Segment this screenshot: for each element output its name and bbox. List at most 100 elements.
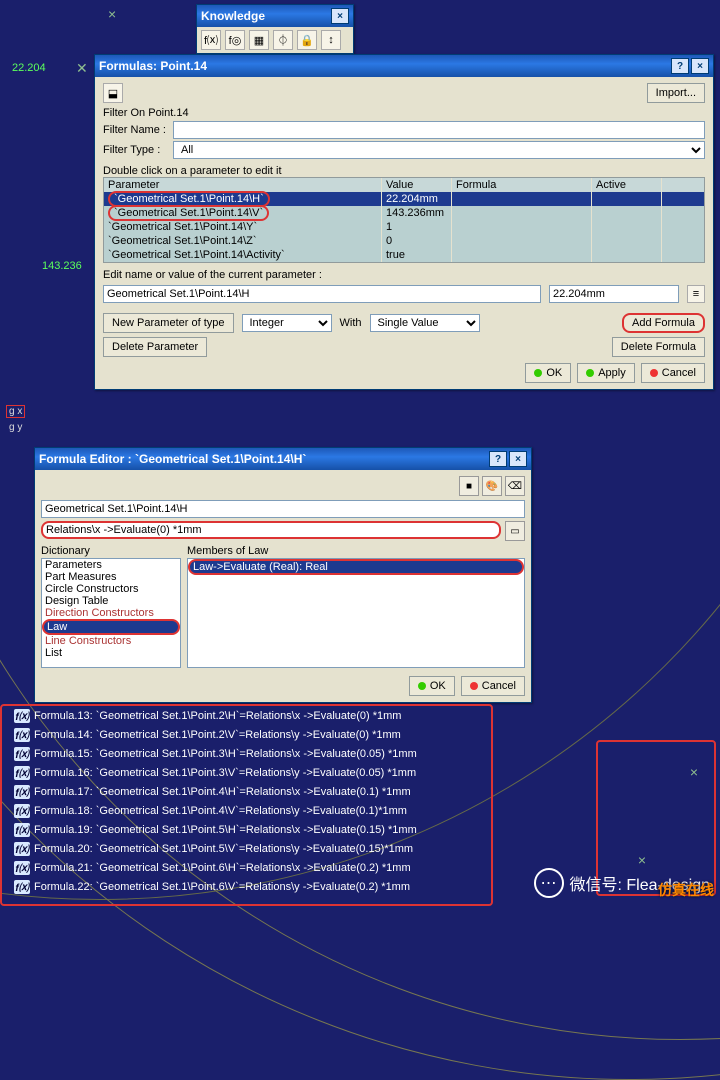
parameter-table[interactable]: Parameter Value Formula Active `Geometri… bbox=[103, 177, 705, 263]
dblclick-hint: Double click on a parameter to edit it bbox=[103, 165, 705, 177]
tree-item[interactable]: f⒳Formula.21: `Geometrical Set.1\Point.6… bbox=[0, 858, 492, 877]
ok-button[interactable]: OK bbox=[409, 676, 455, 696]
tree-item[interactable]: f⒳Formula.20: `Geometrical Set.1\Point.5… bbox=[0, 839, 492, 858]
tree-item[interactable]: f⒳Formula.15: `Geometrical Set.1\Point.3… bbox=[0, 744, 492, 763]
list-item[interactable]: Circle Constructors bbox=[42, 583, 180, 595]
formula-tree: f⒳Formula.13: `Geometrical Set.1\Point.2… bbox=[0, 706, 492, 896]
filter-type-select[interactable]: All bbox=[173, 141, 705, 159]
filter-name-label: Filter Name : bbox=[103, 124, 173, 136]
formula-icon[interactable]: f⒳ bbox=[201, 30, 221, 50]
tree-item[interactable]: f⒳Formula.14: `Geometrical Set.1\Point.2… bbox=[0, 725, 492, 744]
list-item-law[interactable]: Law bbox=[42, 619, 180, 635]
tree-item[interactable]: f⒳Formula.17: `Geometrical Set.1\Point.4… bbox=[0, 782, 492, 801]
members-list[interactable]: Law->Evaluate (Real): Real bbox=[187, 558, 525, 668]
cad-point: ✕ bbox=[76, 60, 88, 77]
fx-icon: f⒳ bbox=[14, 709, 30, 723]
list-item[interactable]: Part Measures bbox=[42, 571, 180, 583]
knowledge-title: Knowledge bbox=[201, 9, 329, 23]
fog-icon[interactable]: f◎ bbox=[225, 30, 245, 50]
tree-item[interactable]: f⒳Formula.18: `Geometrical Set.1\Point.4… bbox=[0, 801, 492, 820]
fx-icon: f⒳ bbox=[14, 842, 30, 856]
with-select[interactable]: Single Value bbox=[370, 314, 480, 332]
filter-type-label: Filter Type : bbox=[103, 144, 173, 156]
cancel-button[interactable]: Cancel bbox=[641, 363, 705, 383]
wechat-icon: ⋯ bbox=[534, 868, 564, 898]
axis-x-label: g x bbox=[6, 405, 25, 418]
eraser-icon[interactable]: ⌫ bbox=[505, 476, 525, 496]
table-row[interactable]: `Geometrical Set.1\Point.14\Y` 1 bbox=[104, 220, 704, 234]
col-active[interactable]: Active bbox=[592, 178, 662, 192]
filter-on-label: Filter On Point.14 bbox=[103, 107, 705, 119]
tree-item[interactable]: f⒳Formula.16: `Geometrical Set.1\Point.3… bbox=[0, 763, 492, 782]
cancel-button[interactable]: Cancel bbox=[461, 676, 525, 696]
lock-icon[interactable]: 🔒 bbox=[297, 30, 317, 50]
list-item[interactable]: Line Constructors bbox=[42, 635, 180, 647]
axis-y-label: g y bbox=[6, 421, 25, 434]
law-icon[interactable]: ⏀ bbox=[273, 30, 293, 50]
knowledge-toolbar: Knowledge × f⒳ f◎ ▦ ⏀ 🔒 ↕ bbox=[196, 4, 354, 54]
table-row[interactable]: `Geometrical Set.1\Point.14\Activity` tr… bbox=[104, 248, 704, 262]
formulas-dialog: Formulas: Point.14 ? × ⬓ Import... Filte… bbox=[94, 54, 714, 390]
list-item[interactable]: Direction Constructors bbox=[42, 607, 180, 619]
fx-icon: f⒳ bbox=[14, 880, 30, 894]
list-item[interactable]: Parameters bbox=[42, 559, 180, 571]
delete-formula-button[interactable]: Delete Formula bbox=[612, 337, 705, 357]
col-formula[interactable]: Formula bbox=[452, 178, 592, 192]
fx-icon: f⒳ bbox=[14, 728, 30, 742]
table-row[interactable]: `Geometrical Set.1\Point.14\Z` 0 bbox=[104, 234, 704, 248]
apply-button[interactable]: Apply bbox=[577, 363, 635, 383]
dictionary-list[interactable]: Parameters Part Measures Circle Construc… bbox=[41, 558, 181, 668]
fx-icon: f⒳ bbox=[14, 804, 30, 818]
close-icon[interactable]: × bbox=[691, 58, 709, 74]
import-button[interactable]: Import... bbox=[647, 83, 705, 103]
cad-point: × bbox=[108, 6, 116, 22]
dimension-2: 143.236 bbox=[42, 260, 82, 272]
formulas-titlebar[interactable]: Formulas: Point.14 ? × bbox=[95, 55, 713, 77]
list-item-evaluate[interactable]: Law->Evaluate (Real): Real bbox=[188, 559, 524, 575]
with-label: With bbox=[340, 317, 362, 329]
close-icon[interactable]: × bbox=[331, 8, 349, 24]
table-row[interactable]: `Geometrical Set.1\Point.14\V` 143.236mm bbox=[104, 206, 704, 220]
help-icon[interactable]: ? bbox=[489, 451, 507, 467]
palette-icon[interactable]: 🎨 bbox=[482, 476, 502, 496]
ok-button[interactable]: OK bbox=[525, 363, 571, 383]
close-icon[interactable]: × bbox=[509, 451, 527, 467]
edit-name-input[interactable] bbox=[103, 285, 541, 303]
palette-icon[interactable]: ■ bbox=[459, 476, 479, 496]
knowledge-titlebar[interactable]: Knowledge × bbox=[197, 5, 353, 27]
feditor-title: Formula Editor : `Geometrical Set.1\Poin… bbox=[39, 452, 487, 466]
table-row[interactable]: `Geometrical Set.1\Point.14\H` 22.204mm bbox=[104, 192, 704, 206]
tree-item[interactable]: f⒳Formula.19: `Geometrical Set.1\Point.5… bbox=[0, 820, 492, 839]
edit-value-input[interactable] bbox=[549, 285, 679, 303]
dictionary-label: Dictionary bbox=[41, 545, 181, 557]
filter-name-input[interactable] bbox=[173, 121, 705, 139]
add-formula-button[interactable]: Add Formula bbox=[622, 313, 705, 333]
fx-icon: f⒳ bbox=[14, 861, 30, 875]
list-item[interactable]: List bbox=[42, 647, 180, 659]
dimension-1: 22.204 bbox=[12, 62, 46, 74]
formulas-title: Formulas: Point.14 bbox=[99, 59, 669, 73]
formula-editor-dialog: Formula Editor : `Geometrical Set.1\Poin… bbox=[34, 447, 532, 703]
param-path-input[interactable] bbox=[41, 500, 525, 518]
incremental-icon[interactable]: ⬓ bbox=[103, 83, 123, 103]
tree-item[interactable]: f⒳Formula.22: `Geometrical Set.1\Point.6… bbox=[0, 877, 492, 896]
delete-parameter-button[interactable]: Delete Parameter bbox=[103, 337, 207, 357]
switch-icon[interactable]: ↕ bbox=[321, 30, 341, 50]
feditor-titlebar[interactable]: Formula Editor : `Geometrical Set.1\Poin… bbox=[35, 448, 531, 470]
new-parameter-button[interactable]: New Parameter of type bbox=[103, 313, 234, 333]
expression-input[interactable] bbox=[41, 521, 501, 539]
watermark: 仿真在线 bbox=[658, 880, 714, 900]
fx-icon: f⒳ bbox=[14, 823, 30, 837]
col-parameter[interactable]: Parameter bbox=[104, 178, 382, 192]
list-item[interactable]: Design Table bbox=[42, 595, 180, 607]
param-type-select[interactable]: Integer bbox=[242, 314, 332, 332]
members-label: Members of Law bbox=[187, 545, 525, 557]
col-value[interactable]: Value bbox=[382, 178, 452, 192]
fx-icon: f⒳ bbox=[14, 766, 30, 780]
tree-item[interactable]: f⒳Formula.13: `Geometrical Set.1\Point.2… bbox=[0, 706, 492, 725]
design-table-icon[interactable]: ▦ bbox=[249, 30, 269, 50]
help-icon[interactable]: ? bbox=[671, 58, 689, 74]
spinner-icon[interactable]: ≡ bbox=[687, 285, 705, 303]
edit-label: Edit name or value of the current parame… bbox=[103, 269, 705, 281]
browse-icon[interactable]: ▭ bbox=[505, 521, 525, 541]
